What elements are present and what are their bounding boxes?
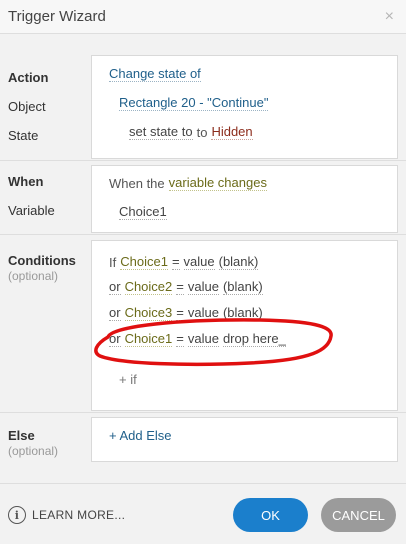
else-labels: Else (optional)	[8, 427, 58, 458]
learn-more-label: LEARN MORE...	[32, 508, 126, 522]
else-card: + Add Else	[91, 417, 398, 462]
learn-more-link[interactable]: i LEARN MORE...	[8, 506, 125, 524]
divider	[0, 412, 406, 413]
annotation-circle	[94, 318, 333, 367]
ok-button[interactable]: OK	[233, 498, 308, 532]
cancel-button[interactable]: CANCEL	[321, 498, 396, 532]
label-else: Else	[8, 428, 35, 443]
footer: i LEARN MORE... OK CANCEL	[0, 484, 406, 544]
label-else-optional: (optional)	[8, 444, 59, 458]
add-else-button[interactable]: + Add Else	[109, 428, 172, 443]
info-icon: i	[8, 506, 26, 524]
